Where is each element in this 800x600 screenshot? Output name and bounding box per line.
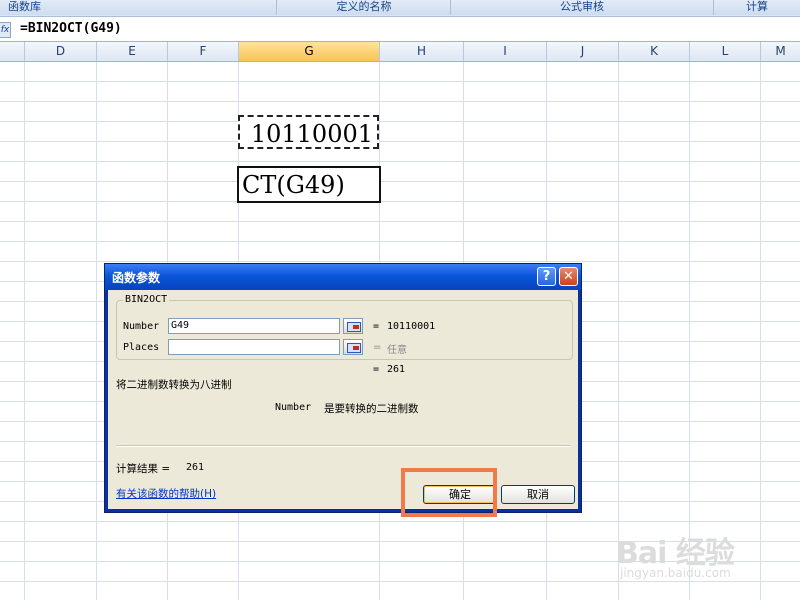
dialog-title: 函数参数: [112, 271, 161, 285]
dialog-title-bar[interactable]: 函数参数 ? ✕: [105, 264, 581, 290]
grid-line: [96, 62, 97, 600]
places-equals-sign: =: [373, 342, 382, 353]
cancel-button[interactable]: 取消: [501, 485, 575, 504]
function-arguments-dialog: 函数参数 ? ✕ BIN2OCT Number G49 = 10110001 P…: [104, 263, 582, 513]
function-name: BIN2OCT: [123, 294, 170, 305]
column-header-h[interactable]: H: [380, 42, 464, 61]
ribbon-group-bar: 函数库 定义的名称 公式审核 计算: [0, 0, 800, 17]
arg-help-name: Number: [275, 402, 312, 413]
divider: [116, 445, 571, 447]
formula-bar: fx =BIN2OCT(G49): [0, 17, 800, 42]
insert-function-icon[interactable]: fx: [0, 22, 11, 38]
collapse-dialog-icon[interactable]: [343, 318, 363, 334]
column-header-k[interactable]: K: [619, 42, 690, 61]
number-arg-result: 10110001: [387, 321, 436, 332]
ribbon-group-formula-auditing[interactable]: 公式审核: [451, 0, 714, 15]
function-description: 将二进制数转换为八进制: [116, 379, 232, 391]
annotation-highlight-box: [401, 468, 497, 517]
function-help-link[interactable]: 有关该函数的帮助(H): [116, 486, 216, 501]
places-arg-input[interactable]: [168, 339, 340, 355]
collapse-dialog-icon[interactable]: [343, 339, 363, 355]
grid-line: [24, 62, 25, 600]
column-header-g[interactable]: G: [239, 42, 380, 61]
calc-result-value: 261: [186, 462, 205, 473]
number-arg-input[interactable]: G49: [168, 318, 340, 334]
close-icon[interactable]: ✕: [559, 267, 578, 286]
places-arg-label: Places: [123, 342, 160, 353]
column-header-i[interactable]: I: [464, 42, 547, 61]
number-equals-sign: =: [373, 321, 380, 332]
ribbon-group-calculation[interactable]: 计算: [714, 0, 800, 15]
column-header-d[interactable]: D: [25, 42, 97, 61]
column-header-f[interactable]: F: [168, 42, 239, 61]
formula-input[interactable]: =BIN2OCT(G49): [20, 21, 122, 36]
ribbon-group-function-library[interactable]: 函数库: [0, 0, 277, 15]
column-header-e[interactable]: E: [97, 42, 168, 61]
calc-result-label: 计算结果 =: [116, 463, 171, 475]
ribbon-group-defined-names[interactable]: 定义的名称: [278, 0, 451, 15]
dialog-body: BIN2OCT Number G49 = 10110001 Places = 任…: [108, 290, 578, 509]
watermark: Bai 经验 jingyan.baidu.com: [612, 520, 782, 586]
column-header-row: D E F G H I J K L M: [0, 42, 800, 62]
preview-result: 261: [387, 364, 406, 375]
source-cell[interactable]: 10110001: [238, 115, 379, 149]
watermark-url: jingyan.baidu.com: [620, 566, 731, 580]
preview-equals-sign: =: [373, 364, 380, 375]
column-header-m[interactable]: M: [761, 42, 800, 61]
column-header-l[interactable]: L: [690, 42, 761, 61]
places-arg-result: 任意: [387, 345, 407, 356]
arg-help-text: 是要转换的二进制数: [324, 403, 419, 415]
column-header-c[interactable]: [0, 42, 25, 61]
number-arg-label: Number: [123, 321, 160, 332]
column-header-j[interactable]: J: [547, 42, 619, 61]
help-icon[interactable]: ?: [537, 267, 556, 286]
function-group-box: BIN2OCT Number G49 = 10110001 Places = 任…: [116, 294, 573, 360]
active-cell-editor[interactable]: CT(G49): [237, 166, 381, 203]
